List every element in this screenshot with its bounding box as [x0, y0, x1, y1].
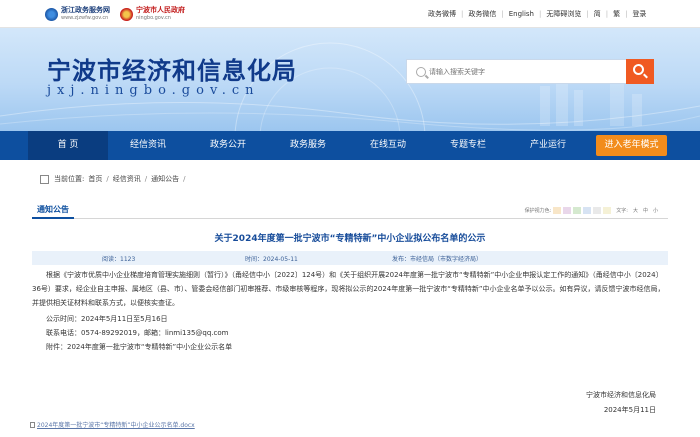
color-swatch[interactable] — [593, 207, 602, 214]
ningbo-gov-url: ningbo.gov.cn — [136, 15, 171, 21]
main-nav: 首 页 经信资讯 政务公开 政务服务 在线互动 专题专栏 产业运行 进入老年模式 — [0, 131, 700, 160]
ningbo-gov-logo[interactable]: 宁波市人民政府 ningbo.gov.cn — [120, 6, 185, 22]
color-swatch[interactable] — [573, 207, 582, 214]
color-swatch[interactable] — [603, 207, 612, 214]
eye-care-label: 保护视力色: — [524, 208, 552, 214]
link-weibo[interactable]: 政务微博 — [428, 9, 456, 19]
article-body: 根据《宁波市优质中小企业梯度培育管理实施细则（暂行）》（甬经信中小〔2022〕1… — [32, 268, 668, 354]
nav-topics[interactable]: 专题专栏 — [428, 131, 508, 160]
zjzwfw-logo[interactable]: 浙江政务服务网 www.zjzwfw.gov.cn — [45, 6, 110, 22]
notice-period: 公示时间：2024年5月11日至5月16日 — [46, 315, 168, 323]
nav-open-gov[interactable]: 政务公开 — [188, 131, 268, 160]
article-title: 关于2024年度第一批宁波市“专精特新”中小企业拟公布名单的公示 — [214, 234, 486, 244]
top-links: 政务微博 | 政务微信 | English | 无障碍浏览 | 简 | 繁 | 登录 — [428, 9, 647, 19]
file-icon — [30, 421, 35, 428]
zjzwfw-logo-name: 浙江政务服务网 — [61, 6, 110, 14]
section-header: 通知公告 保护视力色: 文字: 大 中 小 — [32, 202, 668, 219]
nav-news[interactable]: 经信资讯 — [108, 131, 188, 160]
search-input[interactable] — [429, 63, 624, 81]
attachment-filename: 2024年度第一批宁波市“专精特新”中小企业公示名单.docx — [37, 422, 195, 429]
breadcrumb-prefix: 当前位置: — [54, 175, 85, 183]
color-swatch[interactable] — [563, 207, 572, 214]
attachment-note: 附件：2024年度第一批宁波市“专精特新”中小企业公示名单 — [46, 343, 233, 351]
breadcrumb: 当前位置: 首页 / 经信资讯 / 通知公告 / — [40, 174, 189, 184]
breadcrumb-home[interactable]: 首页 — [88, 174, 102, 184]
nav-industry[interactable]: 产业运行 — [508, 131, 588, 160]
color-swatch[interactable] — [583, 207, 592, 214]
header-banner: 宁波市经济和信息化局 jxj.ningbo.gov.cn — [0, 28, 700, 131]
attachment-link[interactable]: 2024年度第一批宁波市“专精特新”中小企业公示名单.docx — [30, 420, 195, 429]
read-count: 阅读：1123 — [102, 255, 136, 263]
link-traditional[interactable]: 繁 — [613, 9, 620, 19]
zjzwfw-logo-url: www.zjzwfw.gov.cn — [61, 15, 109, 21]
search-button[interactable] — [626, 59, 654, 84]
nav-home[interactable]: 首 页 — [28, 131, 108, 160]
font-small-button[interactable]: 小 — [653, 207, 658, 214]
breadcrumb-news[interactable]: 经信资讯 — [113, 174, 141, 184]
ningbo-gov-name: 宁波市人民政府 — [136, 6, 185, 14]
elder-mode-button[interactable]: 进入老年模式 — [596, 135, 667, 156]
nav-interaction[interactable]: 在线互动 — [348, 131, 428, 160]
search-icon — [633, 64, 644, 75]
zjzwfw-logo-icon — [45, 7, 58, 21]
publish-time: 时间：2024-05-11 — [245, 255, 298, 263]
national-emblem-icon — [120, 7, 133, 21]
link-english[interactable]: English — [509, 10, 534, 18]
site-title: 宁波市经济和信息化局 — [47, 56, 297, 85]
publisher: 发布：市经信局（市数字经济局） — [392, 255, 483, 263]
section-tab: 通知公告 — [32, 202, 74, 219]
font-medium-button[interactable]: 中 — [643, 207, 648, 214]
font-large-button[interactable]: 大 — [633, 207, 638, 214]
site-url: jxj.ningbo.gov.cn — [47, 83, 260, 98]
article-meta: 阅读：1123 时间：2024-05-11 发布：市经信局（市数字经济局） — [32, 251, 668, 265]
search-box — [406, 59, 654, 84]
link-simplified[interactable]: 简 — [594, 9, 601, 19]
link-weixin[interactable]: 政务微信 — [468, 9, 496, 19]
color-swatch[interactable] — [553, 207, 562, 214]
article-panel: 通知公告 保护视力色: 文字: 大 中 小 关于2024年度第一批宁波市“专精特… — [32, 202, 668, 437]
top-bar: 浙江政务服务网 www.zjzwfw.gov.cn 宁波市人民政府 ningbo… — [0, 0, 700, 28]
font-size-label: 文字: — [616, 208, 628, 214]
reading-tools: 保护视力色: 文字: 大 中 小 — [525, 207, 658, 214]
location-icon — [40, 174, 49, 184]
article-paragraph: 根据《宁波市优质中小企业梯度培育管理实施细则（暂行）》（甬经信中小〔2022〕1… — [32, 271, 665, 307]
sign-date: 2024年5月11日 — [603, 406, 656, 414]
signer: 宁波市经济和信息化局 — [586, 391, 656, 399]
link-accessibility[interactable]: 无障碍浏览 — [546, 9, 581, 19]
search-field-icon — [416, 67, 426, 77]
contact-info: 联系电话：0574-89292019，邮箱：linmi135@qq.com — [46, 329, 229, 337]
link-login[interactable]: 登录 — [632, 9, 646, 19]
breadcrumb-notices[interactable]: 通知公告 — [151, 174, 179, 184]
nav-services[interactable]: 政务服务 — [268, 131, 348, 160]
